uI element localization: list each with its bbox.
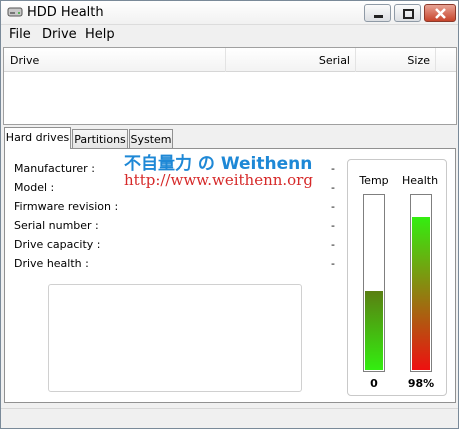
menu-help[interactable]: Help bbox=[85, 27, 115, 42]
column-serial[interactable]: Serial bbox=[226, 48, 356, 72]
gauge-panel: Temp 0 Health 98% bbox=[347, 159, 447, 396]
main-window: HDD Health File Drive Help Drive Serial … bbox=[0, 0, 459, 429]
tab-hard-drives-label: Hard drives bbox=[5, 131, 70, 144]
drive-capacity-label: Drive capacity : bbox=[14, 238, 101, 251]
column-drive[interactable]: Drive bbox=[4, 48, 226, 72]
window-title: HDD Health bbox=[27, 5, 104, 20]
drive-image-area bbox=[48, 284, 302, 392]
manufacturer-value: - bbox=[331, 162, 335, 175]
health-gauge bbox=[410, 194, 432, 372]
column-size[interactable]: Size bbox=[356, 48, 436, 72]
model-value: - bbox=[331, 181, 335, 194]
watermark-url: http://www.weithenn.org bbox=[124, 171, 313, 189]
column-drive-label: Drive bbox=[10, 54, 40, 67]
tab-system-label: System bbox=[130, 133, 172, 146]
manufacturer-label: Manufacturer : bbox=[14, 162, 95, 175]
tab-hard-drives[interactable]: Hard drives bbox=[4, 127, 71, 149]
status-bar bbox=[1, 408, 458, 428]
hard-drives-panel: Manufacturer : - Model : - Firmware revi… bbox=[4, 148, 456, 403]
menu-file[interactable]: File bbox=[9, 27, 31, 42]
health-gauge-fill bbox=[412, 216, 430, 370]
column-serial-label: Serial bbox=[318, 54, 350, 67]
maximize-button[interactable] bbox=[394, 4, 421, 22]
tab-system[interactable]: System bbox=[129, 129, 173, 149]
title-bar[interactable]: HDD Health bbox=[1, 1, 458, 25]
temp-gauge-value: 0 bbox=[370, 377, 378, 390]
tab-partitions-label: Partitions bbox=[74, 133, 126, 146]
serial-number-label: Serial number : bbox=[14, 219, 99, 232]
serial-number-value: - bbox=[331, 219, 335, 232]
close-icon bbox=[435, 8, 446, 19]
temp-gauge-fill bbox=[365, 290, 383, 370]
health-gauge-value: 98% bbox=[407, 377, 435, 390]
drive-capacity-value: - bbox=[331, 238, 335, 251]
maximize-icon bbox=[403, 9, 414, 19]
drive-list[interactable]: Drive Serial Size bbox=[3, 47, 457, 125]
minimize-button[interactable] bbox=[364, 4, 391, 22]
menu-drive[interactable]: Drive bbox=[42, 27, 77, 42]
health-gauge-label: Health bbox=[401, 174, 439, 187]
hard-drive-icon bbox=[7, 7, 23, 17]
firmware-revision-value: - bbox=[331, 200, 335, 213]
model-label: Model : bbox=[14, 181, 55, 194]
drive-health-label: Drive health : bbox=[14, 257, 89, 270]
temp-gauge bbox=[363, 194, 385, 372]
temp-gauge-label: Temp bbox=[359, 174, 389, 187]
drive-list-header: Drive Serial Size bbox=[4, 48, 456, 72]
menu-bar: File Drive Help bbox=[1, 25, 458, 45]
tab-partitions[interactable]: Partitions bbox=[72, 129, 128, 149]
minimize-icon bbox=[374, 15, 383, 18]
firmware-revision-label: Firmware revision : bbox=[14, 200, 119, 213]
column-size-label: Size bbox=[407, 54, 430, 67]
close-button[interactable] bbox=[424, 4, 456, 22]
drive-health-value: - bbox=[331, 257, 335, 270]
